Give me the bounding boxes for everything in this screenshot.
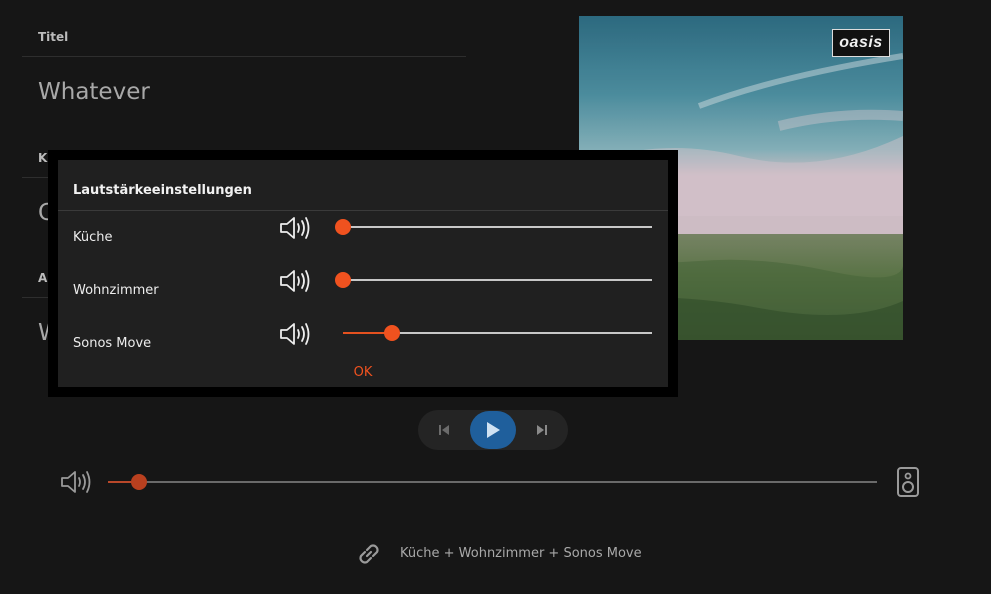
- master-volume-button[interactable]: [60, 470, 94, 498]
- speaker-volume-icon: [61, 471, 91, 493]
- title-label: Titel: [38, 30, 69, 44]
- band-logo: oasis: [832, 29, 890, 57]
- link-icon: [359, 544, 379, 564]
- group-link-button[interactable]: [354, 539, 384, 573]
- group-members-text: Küche + Wohnzimmer + Sonos Move: [400, 546, 642, 561]
- divider: [22, 56, 466, 57]
- room-volume-slider-kueche[interactable]: [335, 219, 652, 235]
- room-volume-slider-sonos-move[interactable]: [343, 325, 652, 341]
- next-button[interactable]: [526, 410, 558, 450]
- speaker-volume-icon: [280, 323, 310, 345]
- ok-button[interactable]: OK: [343, 365, 383, 380]
- room-mute-button-sonos-move[interactable]: [279, 322, 313, 345]
- info-label-3: A: [38, 271, 48, 285]
- room-mute-button-wohnzimmer[interactable]: [279, 269, 313, 292]
- room-mute-button-kueche[interactable]: [279, 216, 313, 239]
- room-volume-thumb[interactable]: [335, 272, 351, 288]
- room-volume-slider-wohnzimmer[interactable]: [335, 272, 652, 288]
- dialog-divider: [58, 210, 668, 211]
- room-label-kueche: Küche: [73, 230, 113, 245]
- skip-previous-icon: [439, 425, 449, 435]
- room-volume-thumb[interactable]: [335, 219, 351, 235]
- speaker-volume-icon: [280, 217, 310, 239]
- output-device-button[interactable]: [896, 466, 920, 502]
- skip-next-icon: [537, 425, 547, 435]
- room-label-wohnzimmer: Wohnzimmer: [73, 283, 159, 298]
- band-logo-text: oasis: [839, 34, 883, 51]
- room-label-sonos-move: Sonos Move: [73, 336, 152, 351]
- volume-dialog-overlay: Lautstärkeeinstellungen Küche Wohnzimmer: [48, 150, 678, 397]
- info-label-2: K: [38, 151, 48, 165]
- dialog-title: Lautstärkeeinstellungen: [73, 183, 252, 198]
- speaker-device-icon: [897, 467, 919, 497]
- previous-button[interactable]: [428, 410, 460, 450]
- volume-settings-dialog: Lautstärkeeinstellungen Küche Wohnzimmer: [58, 160, 668, 387]
- title-value: Whatever: [38, 79, 150, 105]
- speaker-volume-icon: [280, 270, 310, 292]
- play-button[interactable]: [470, 411, 516, 449]
- transport-controls: [418, 410, 568, 450]
- play-icon: [487, 422, 500, 438]
- master-volume-thumb[interactable]: [130, 474, 147, 490]
- room-volume-thumb[interactable]: [384, 325, 401, 341]
- master-volume-slider[interactable]: [108, 474, 877, 490]
